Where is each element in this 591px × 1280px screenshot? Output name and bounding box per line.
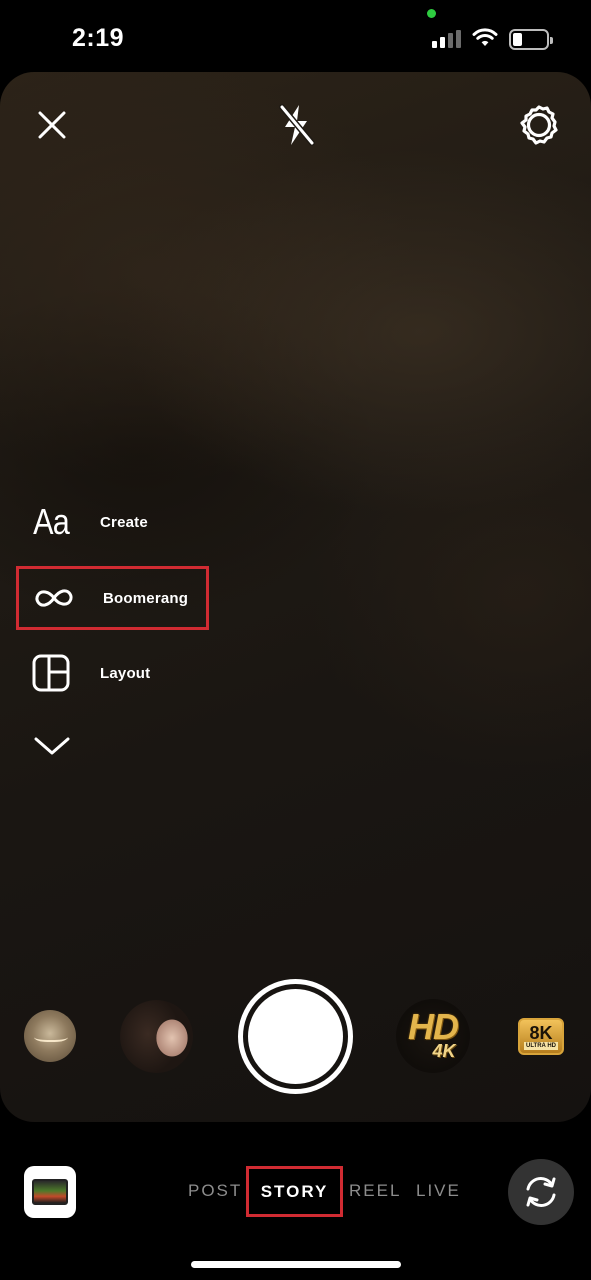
mode-post[interactable]: POST [188,1181,242,1201]
ultra-hd-label: ULTRA HD [524,1041,558,1050]
create-label: Create [100,513,148,531]
create-tool[interactable]: Aa Create [16,490,148,554]
privacy-indicator-dot [427,9,436,18]
boomerang-tool[interactable]: Boomerang [16,566,209,630]
gear-icon [520,105,558,145]
boomerang-label: Boomerang [103,589,189,607]
flip-camera-button[interactable] [508,1159,574,1225]
status-time: 2:19 [72,24,125,52]
infinity-icon [35,589,73,607]
effect-8k-ultra-hd[interactable]: 8K ULTRA HD [518,1018,564,1055]
status-bar: 2:19 [0,0,591,72]
effect-thumbnail-golden[interactable] [24,1010,76,1062]
layout-label: Layout [100,664,151,682]
gallery-thumbnail-image [32,1179,68,1205]
close-icon [38,111,66,139]
4k-label: 4K [432,1041,456,1061]
chevron-down-icon [34,737,70,755]
mode-reel[interactable]: REEL [349,1181,401,1201]
mode-story[interactable]: STORY [246,1166,343,1217]
settings-button[interactable] [514,100,564,150]
home-indicator[interactable] [191,1261,401,1268]
layout-tool[interactable]: Layout [16,641,150,705]
cellular-signal-icon [432,30,462,48]
flash-toggle-button[interactable] [270,100,322,150]
expand-tools-button[interactable] [30,728,74,764]
close-button[interactable] [30,105,74,145]
gallery-button[interactable] [24,1166,76,1218]
hd-label: HD [408,1006,459,1047]
flip-camera-icon [526,1177,556,1207]
wifi-icon [472,28,498,53]
mode-live[interactable]: LIVE [416,1181,461,1201]
layout-grid-icon [32,654,70,692]
effect-hd-4k[interactable]: HD 4K [396,999,470,1073]
battery-icon [509,29,553,50]
text-aa-icon: Aa [33,501,70,542]
shutter-button[interactable] [238,979,353,1094]
effect-thumbnail-portrait[interactable] [120,1000,193,1073]
flash-off-icon [279,104,315,146]
8k-label: 8K [529,1022,553,1043]
